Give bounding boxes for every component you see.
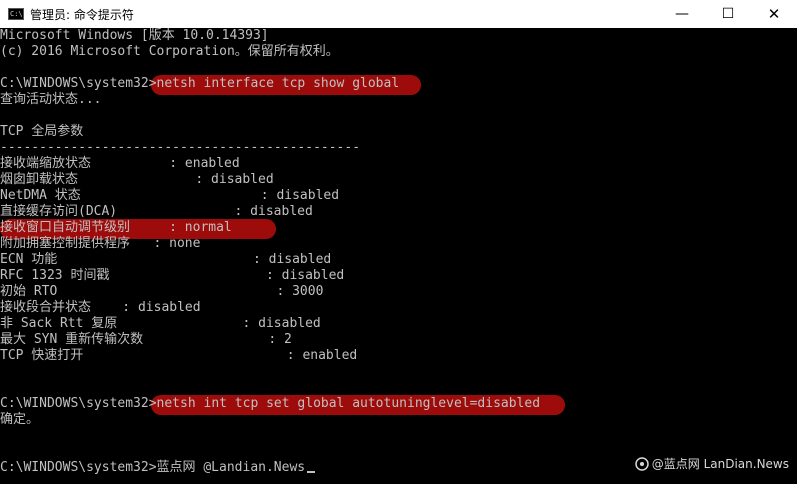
landian-logo-icon xyxy=(635,456,649,471)
console-line: 初始 RTO : 3000 xyxy=(0,284,324,299)
command-prompt-window: C:\ 管理员: 命令提示符 — ☐ ✕ Microsoft Windows [… xyxy=(0,0,797,484)
watermark: @蓝点网 LanDian.News xyxy=(635,455,789,472)
text-cursor xyxy=(307,471,316,473)
maximize-button[interactable]: ☐ xyxy=(705,0,751,28)
console-line: Microsoft Windows [版本 10.0.14393] xyxy=(0,28,269,43)
console-line: 直接缓存访问(DCA) : disabled xyxy=(0,204,313,219)
console-line: (c) 2016 Microsoft Corporation。保留所有权利。 xyxy=(0,44,339,59)
watermark-text: @蓝点网 LanDian.News xyxy=(651,457,789,471)
console-line: RFC 1323 时间戳 : disabled xyxy=(0,268,345,283)
console-line: 确定。 xyxy=(0,412,40,427)
console-output[interactable]: Microsoft Windows [版本 10.0.14393] (c) 20… xyxy=(0,28,797,484)
window-title: 管理员: 命令提示符 xyxy=(30,7,134,22)
window-controls: — ☐ ✕ xyxy=(659,0,797,28)
console-line: ----------------------------------------… xyxy=(0,140,361,155)
console-line: ECN 功能 : disabled xyxy=(0,252,332,267)
console-line: 烟囱卸载状态 : disabled xyxy=(0,172,274,187)
console-line: 查询活动状态... xyxy=(0,92,102,107)
console-line: C:\WINDOWS\system32>netsh interface tcp … xyxy=(0,76,400,91)
console-line: 附加拥塞控制提供程序 : none xyxy=(0,236,201,251)
console-prompt-line: C:\WINDOWS\system32>蓝点网 @Landian.News xyxy=(0,460,316,476)
console-line: 接收窗口自动调节级别 : normal xyxy=(0,220,232,235)
console-line: 非 Sack Rtt 复原 : disabled xyxy=(0,316,321,331)
prompt-text: C:\WINDOWS\system32>蓝点网 @Landian.News xyxy=(0,460,306,475)
console-line: TCP 快速打开 : enabled xyxy=(0,348,358,363)
cmd-icon: C:\ xyxy=(8,8,24,20)
console-line: 最大 SYN 重新传输次数 : 2 xyxy=(0,332,292,347)
title-bar[interactable]: C:\ 管理员: 命令提示符 — ☐ ✕ xyxy=(0,0,797,28)
console-line: C:\WINDOWS\system32>netsh int tcp set gl… xyxy=(0,396,541,411)
close-button[interactable]: ✕ xyxy=(751,0,797,28)
console-line: 接收端缩放状态 : enabled xyxy=(0,156,240,171)
console-line: TCP 全局参数 xyxy=(0,124,84,139)
minimize-button[interactable]: — xyxy=(659,0,705,28)
console-line: NetDMA 状态 : disabled xyxy=(0,188,340,203)
console-line: 接收段合并状态 : disabled xyxy=(0,300,201,315)
